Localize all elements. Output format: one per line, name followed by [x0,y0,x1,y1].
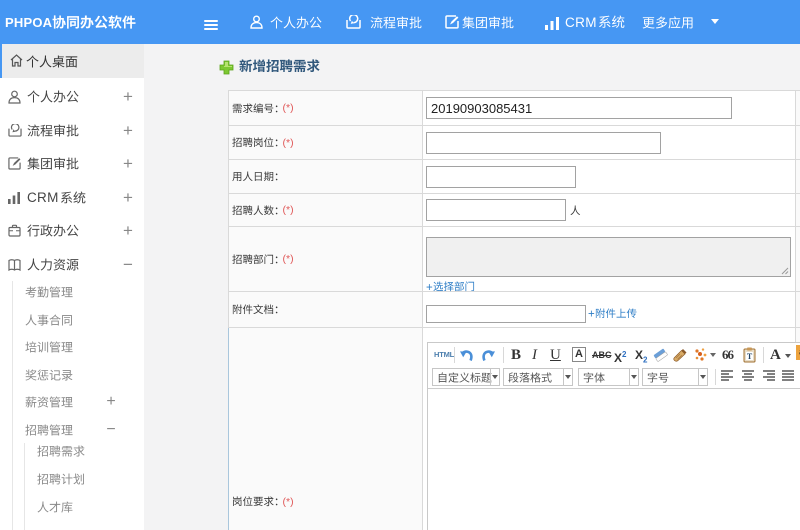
svg-text:T: T [747,352,753,361]
